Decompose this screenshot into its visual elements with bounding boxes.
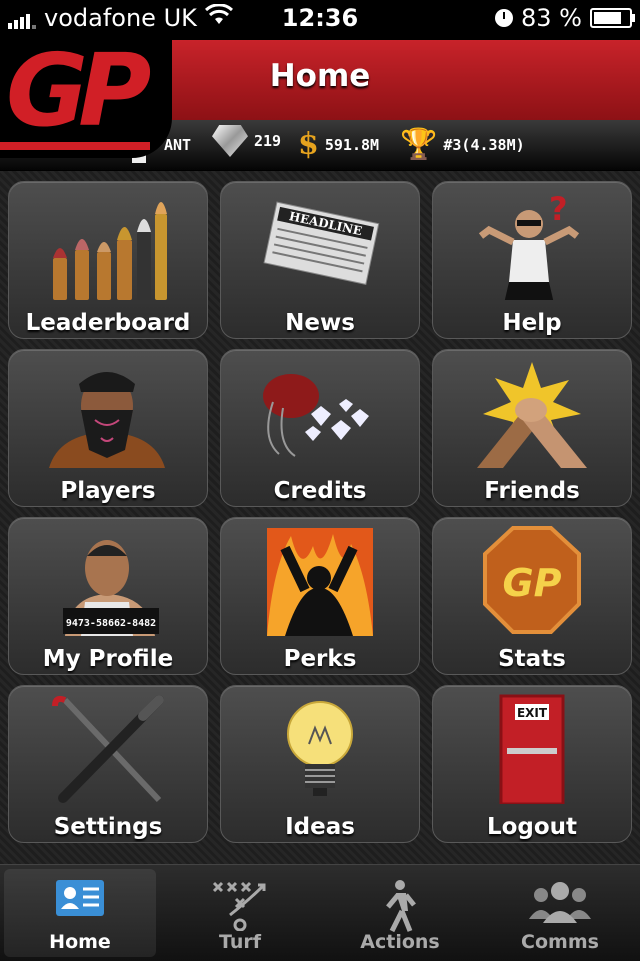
tile-label: News [285, 310, 355, 336]
tile-ideas[interactable]: Ideas [220, 685, 420, 843]
tab-label: Actions [360, 931, 440, 953]
tile-label: Settings [53, 814, 163, 840]
logo-text: GP [6, 40, 151, 149]
tile-label: Friends [484, 478, 580, 504]
tile-label: Logout [486, 814, 578, 840]
tile-perks[interactable]: Perks [220, 517, 420, 675]
tile-my-profile[interactable]: 9473-58662-8482 My Profile [8, 517, 208, 675]
tab-comms[interactable]: Comms [484, 869, 636, 957]
battery-percent: 83 % [521, 4, 582, 32]
money-amount: 591.8M [324, 136, 380, 154]
rank-value: #3(4.38M) [443, 136, 525, 154]
status-bar: vodafone UK 12:36 83 % [0, 0, 640, 40]
gp-badge-icon: GP [483, 526, 581, 634]
diamond-icon [212, 125, 248, 157]
walking-man-icon [386, 880, 416, 933]
tab-actions[interactable]: Actions [324, 869, 476, 957]
lightbulb-icon [287, 701, 353, 796]
bandana-gangster-icon [49, 372, 165, 468]
tile-label: Ideas [285, 814, 355, 840]
tab-turf[interactable]: Turf [164, 869, 316, 957]
tab-label: Home [49, 931, 111, 953]
tile-label: Perks [283, 646, 357, 672]
tile-stats[interactable]: GP Stats [432, 517, 632, 675]
newspaper-icon: HEADLINE [263, 201, 380, 285]
money-group: $ 591.8M [298, 125, 379, 165]
rank-group: 🏆 #3(4.38M) [400, 125, 525, 165]
trophy-icon: 🏆 [400, 127, 438, 162]
diamond-bag-icon [263, 374, 369, 457]
bullets-icon [53, 202, 167, 300]
tile-settings[interactable]: Settings [8, 685, 208, 843]
tile-label: My Profile [42, 646, 174, 672]
tile-logout[interactable]: EXIT Logout [432, 685, 632, 843]
profile-card-icon [56, 880, 104, 916]
tile-credits[interactable]: Credits [220, 349, 420, 507]
group-icon [529, 882, 591, 923]
tile-players[interactable]: Players [8, 349, 208, 507]
alarm-clock-icon [495, 9, 514, 27]
badge-text: GP [502, 561, 561, 605]
battery-icon [590, 8, 635, 28]
confused-man-icon: ? [478, 190, 580, 300]
tile-news[interactable]: HEADLINE News [220, 181, 420, 339]
dollar-icon: $ [298, 127, 319, 162]
tile-friends[interactable]: Friends [432, 349, 632, 507]
tab-label: Turf [218, 931, 262, 953]
tile-label: Stats [498, 646, 566, 672]
handshake-icon [477, 362, 587, 468]
app-logo: GP [0, 40, 172, 158]
status-right: 83 % [495, 4, 635, 32]
tile-label: Leaderboard [25, 310, 191, 336]
tactics-icon [212, 881, 266, 931]
tab-bar: Home Turf Actions Comms [0, 864, 640, 961]
tab-label: Comms [521, 931, 599, 953]
tile-help[interactable]: ? Help [432, 181, 632, 339]
tile-leaderboard[interactable]: Leaderboard [8, 181, 208, 339]
player-name: ANT [164, 136, 192, 154]
fire-man-icon [267, 528, 373, 636]
home-menu-grid: Leaderboard HEADLINE News ? Help Players… [0, 171, 640, 864]
tile-label: Credits [273, 478, 367, 504]
tile-label: Players [60, 478, 156, 504]
mugshot-number: 9473-58662-8482 [66, 618, 156, 629]
exit-sign-text: EXIT [517, 706, 548, 720]
crowbar-bat-icon [52, 695, 164, 803]
diamonds-count: 219 [254, 132, 282, 150]
tile-label: Help [502, 310, 562, 336]
svg-text:?: ? [549, 190, 568, 228]
exit-door-icon: EXIT [499, 694, 565, 804]
tab-home[interactable]: Home [4, 869, 156, 957]
diamonds-group: 219 [212, 125, 281, 157]
mugshot-icon: 9473-58662-8482 [63, 540, 159, 636]
